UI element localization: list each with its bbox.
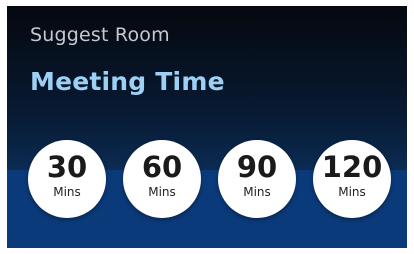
duration-value: 90 <box>236 150 278 184</box>
duration-90-button[interactable]: 90 Mins <box>218 140 296 218</box>
duration-unit: Mins <box>53 185 81 199</box>
duration-options: 30 Mins 60 Mins 90 Mins 120 Mins <box>28 140 391 218</box>
meeting-time-panel: Suggest Room Meeting Time 30 Mins 60 Min… <box>7 6 407 248</box>
duration-30-button[interactable]: 30 Mins <box>28 140 106 218</box>
duration-120-button[interactable]: 120 Mins <box>313 140 391 218</box>
panel-title: Meeting Time <box>30 67 225 96</box>
duration-unit: Mins <box>148 185 176 199</box>
duration-value: 120 <box>321 150 383 184</box>
duration-unit: Mins <box>338 185 366 199</box>
duration-value: 30 <box>46 150 88 184</box>
panel-subtitle: Suggest Room <box>30 24 170 46</box>
duration-value: 60 <box>141 150 183 184</box>
duration-unit: Mins <box>243 185 271 199</box>
duration-60-button[interactable]: 60 Mins <box>123 140 201 218</box>
